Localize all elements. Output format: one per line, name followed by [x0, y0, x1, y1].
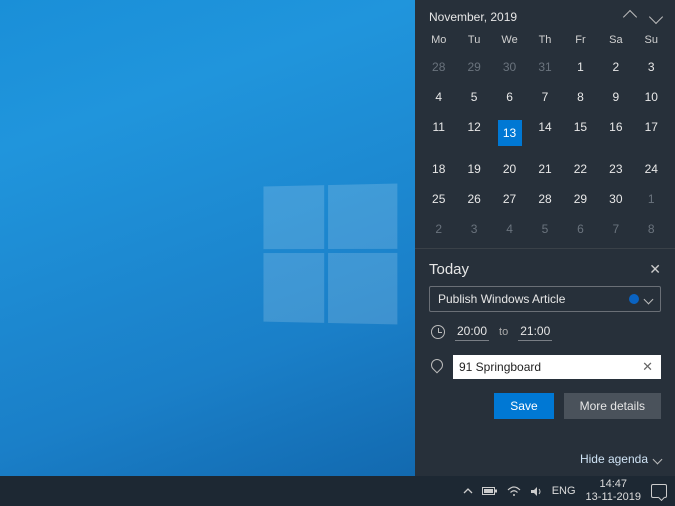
calendar-day[interactable]: 15 — [563, 112, 598, 154]
chevron-down-icon — [653, 454, 663, 464]
clock-time: 14:47 — [586, 478, 641, 491]
calendar-day[interactable]: 7 — [598, 214, 633, 244]
calendar-day[interactable]: 30 — [492, 52, 527, 82]
dow-label: Sa — [598, 30, 633, 52]
to-label: to — [499, 326, 508, 338]
today-heading: Today — [429, 261, 469, 278]
calendar-day[interactable]: 2 — [598, 52, 633, 82]
calendar-day[interactable]: 5 — [456, 82, 491, 112]
calendar-day[interactable]: 5 — [527, 214, 562, 244]
calendar-day[interactable]: 14 — [527, 112, 562, 154]
calendar-day[interactable]: 9 — [598, 82, 633, 112]
tray-chevron-icon[interactable] — [463, 486, 473, 496]
calendar-day[interactable]: 1 — [563, 52, 598, 82]
chevron-down-icon[interactable] — [644, 294, 654, 304]
hide-agenda-button[interactable]: Hide agenda — [415, 442, 675, 476]
calendar-day[interactable]: 24 — [634, 154, 669, 184]
prev-month-button[interactable] — [623, 10, 637, 24]
dow-label: Tu — [456, 30, 491, 52]
calendar-day[interactable]: 6 — [563, 214, 598, 244]
calendar-day[interactable]: 17 — [634, 112, 669, 154]
calendar-day[interactable]: 25 — [421, 184, 456, 214]
wifi-icon[interactable] — [507, 486, 521, 497]
calendar-day[interactable]: 12 — [456, 112, 491, 154]
calendar-day[interactable]: 10 — [634, 82, 669, 112]
calendar-flyout: November, 2019 MoTuWeThFrSaSu 2829303112… — [415, 0, 675, 476]
next-month-button[interactable] — [649, 10, 663, 24]
action-center-icon[interactable] — [651, 484, 667, 498]
calendar-day[interactable]: 18 — [421, 154, 456, 184]
clock-icon — [431, 325, 445, 339]
separator — [415, 248, 675, 249]
event-title-input[interactable] — [438, 292, 629, 306]
calendar-day[interactable]: 29 — [563, 184, 598, 214]
location-input[interactable] — [459, 360, 640, 374]
calendar-day[interactable]: 26 — [456, 184, 491, 214]
system-tray: ENG — [463, 485, 576, 497]
calendar-day[interactable]: 3 — [456, 214, 491, 244]
calendar-day[interactable]: 23 — [598, 154, 633, 184]
dow-label: Mo — [421, 30, 456, 52]
calendar-day[interactable]: 6 — [492, 82, 527, 112]
clock[interactable]: 14:47 13-11-2019 — [586, 478, 641, 503]
more-details-button[interactable]: More details — [564, 393, 661, 419]
calendar-day-selected[interactable]: 13 — [492, 112, 527, 154]
clear-location-icon[interactable]: ✕ — [640, 359, 655, 375]
calendar-day[interactable]: 7 — [527, 82, 562, 112]
calendar-day[interactable]: 30 — [598, 184, 633, 214]
calendar-day[interactable]: 1 — [634, 184, 669, 214]
month-label[interactable]: November, 2019 — [429, 10, 517, 24]
volume-icon[interactable] — [530, 486, 543, 497]
event-title-field[interactable] — [429, 286, 661, 312]
calendar-day[interactable]: 3 — [634, 52, 669, 82]
end-time[interactable]: 21:00 — [518, 322, 552, 341]
location-field[interactable]: ✕ — [453, 355, 661, 379]
close-icon[interactable]: ✕ — [649, 261, 661, 278]
dow-label: Fr — [563, 30, 598, 52]
dow-label: We — [492, 30, 527, 52]
windows-logo — [263, 183, 399, 326]
calendar-day[interactable]: 11 — [421, 112, 456, 154]
start-time[interactable]: 20:00 — [455, 322, 489, 341]
calendar-day[interactable]: 19 — [456, 154, 491, 184]
calendar-day[interactable]: 27 — [492, 184, 527, 214]
calendar-day[interactable]: 22 — [563, 154, 598, 184]
calendar-day[interactable]: 21 — [527, 154, 562, 184]
taskbar: ENG 14:47 13-11-2019 — [0, 476, 675, 506]
calendar-day[interactable]: 4 — [492, 214, 527, 244]
calendar-day[interactable]: 4 — [421, 82, 456, 112]
calendar-day[interactable]: 31 — [527, 52, 562, 82]
calendar-day[interactable]: 2 — [421, 214, 456, 244]
calendar-day[interactable]: 29 — [456, 52, 491, 82]
clock-date: 13-11-2019 — [586, 491, 641, 504]
calendar-day[interactable]: 28 — [421, 52, 456, 82]
dow-label: Th — [527, 30, 562, 52]
location-icon — [429, 360, 443, 374]
calendar-day[interactable]: 8 — [563, 82, 598, 112]
dow-label: Su — [634, 30, 669, 52]
calendar-day[interactable]: 20 — [492, 154, 527, 184]
calendar-day[interactable]: 16 — [598, 112, 633, 154]
language-indicator[interactable]: ENG — [552, 485, 576, 497]
battery-icon[interactable] — [482, 486, 498, 496]
calendar-day[interactable]: 8 — [634, 214, 669, 244]
save-button[interactable]: Save — [494, 393, 553, 419]
calendar-color-dot[interactable] — [629, 294, 639, 304]
desktop[interactable]: November, 2019 MoTuWeThFrSaSu 2829303112… — [0, 0, 675, 506]
calendar-day[interactable]: 28 — [527, 184, 562, 214]
